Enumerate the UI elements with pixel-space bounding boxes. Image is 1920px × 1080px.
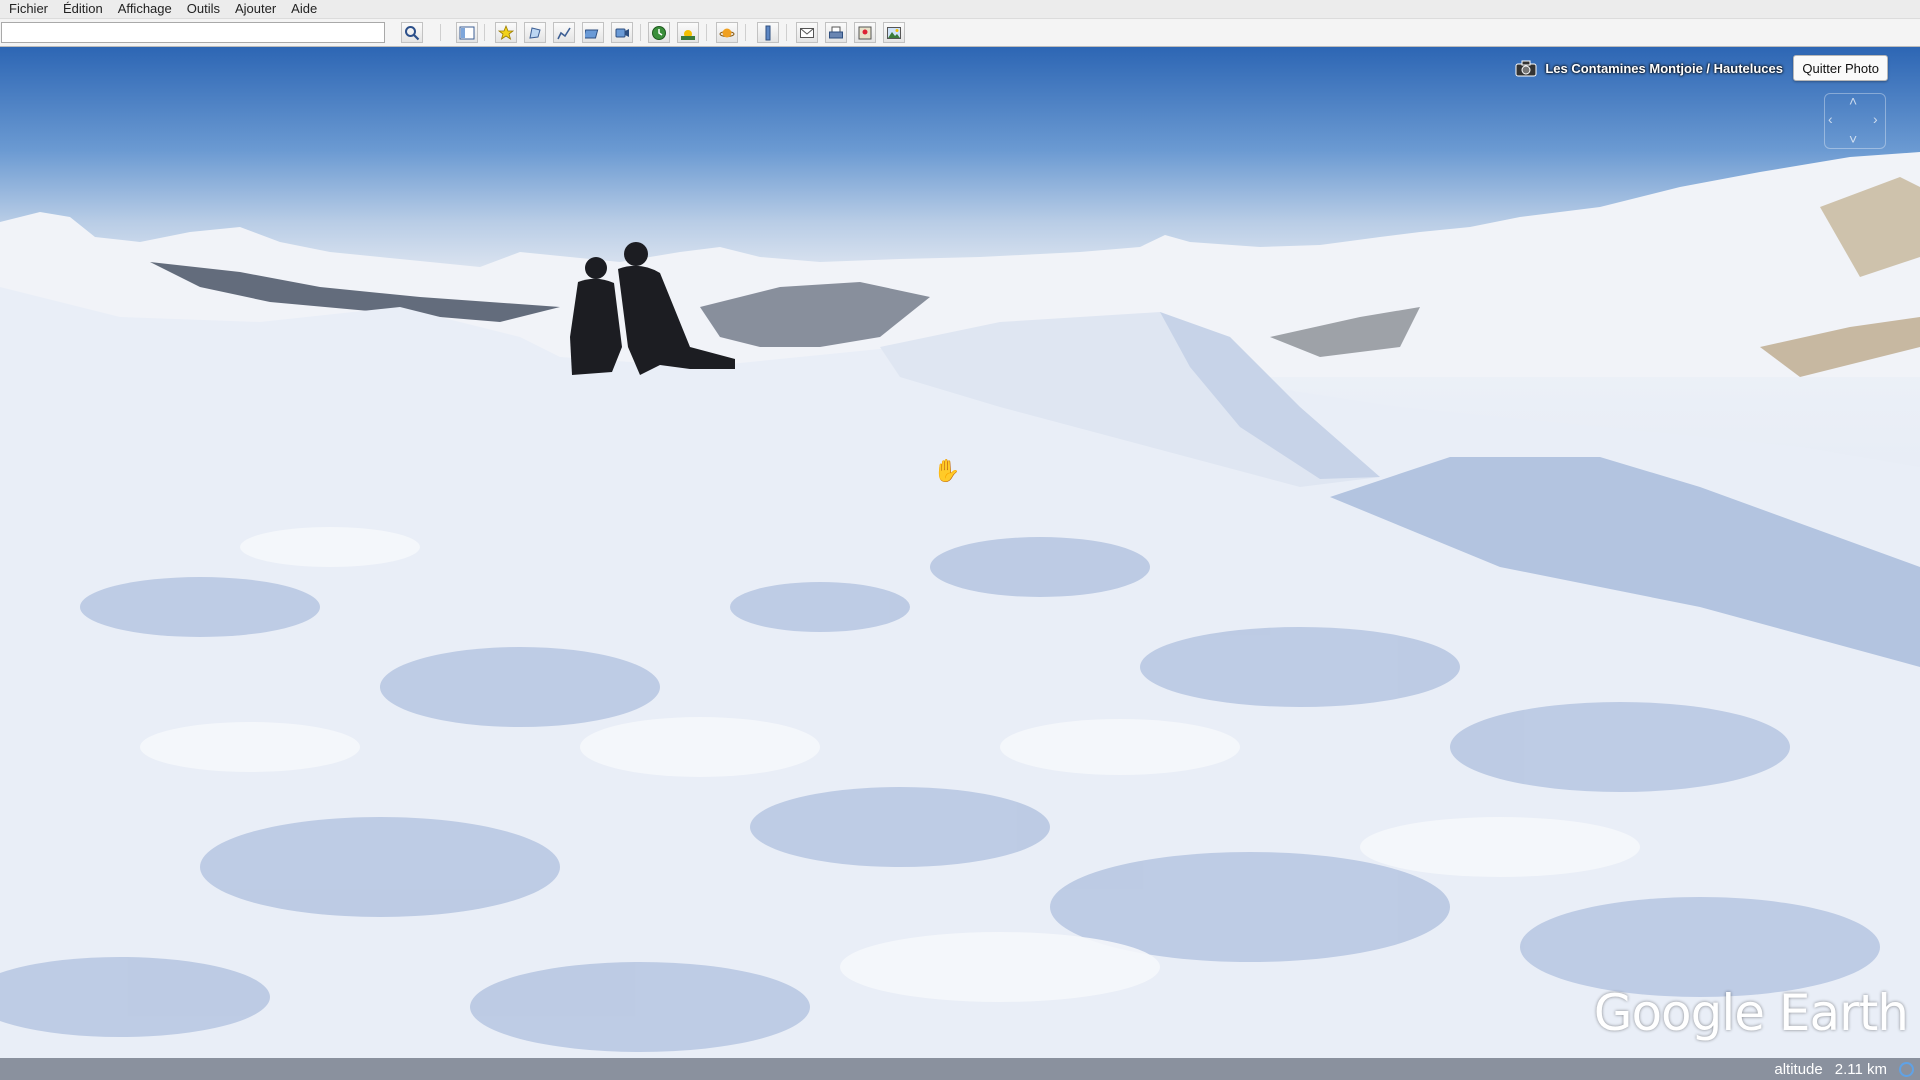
search-icon — [405, 25, 420, 40]
add-placemark-button[interactable] — [495, 22, 517, 43]
print-button[interactable] — [825, 22, 847, 43]
menu-fichier[interactable]: Fichier — [0, 0, 54, 18]
menu-bar: Fichier Édition Affichage Outils Ajouter… — [0, 0, 1920, 19]
sidebar-toggle-button[interactable] — [456, 22, 478, 43]
sunlight-button[interactable] — [677, 22, 699, 43]
hand-cursor-icon: ✋ — [933, 458, 961, 483]
photo-viewport[interactable]: Les Contamines Montjoie / Hauteluces Qui… — [0, 47, 1920, 1080]
toolbar — [0, 19, 1920, 47]
exit-photo-button[interactable]: Quitter Photo — [1793, 55, 1888, 81]
google-earth-logo: Google Earth — [1593, 984, 1909, 1042]
search-input[interactable] — [1, 22, 385, 43]
altitude-value: 2.11 km — [1834, 1060, 1887, 1078]
toolbar-divider — [706, 24, 707, 41]
status-bar: altitude 2.11 km — [0, 1058, 1920, 1080]
search-button[interactable] — [401, 22, 423, 43]
menu-affichage[interactable]: Affichage — [109, 0, 178, 18]
chevron-left-icon[interactable]: ‹ — [1828, 112, 1833, 126]
sunlight-icon — [681, 29, 695, 40]
polygon-icon — [529, 26, 541, 39]
menu-ajouter[interactable]: Ajouter — [226, 0, 282, 18]
placemark-icon — [498, 24, 514, 40]
ruler-button[interactable] — [757, 22, 779, 43]
view-in-maps-icon — [858, 26, 872, 39]
record-tour-icon — [615, 28, 629, 37]
planets-button[interactable] — [716, 22, 738, 43]
historical-imagery-icon — [652, 25, 666, 40]
toolbar-divider — [484, 24, 485, 41]
save-image-icon — [887, 26, 901, 39]
add-path-button[interactable] — [553, 22, 575, 43]
add-image-overlay-button[interactable] — [582, 22, 604, 43]
record-tour-button[interactable] — [611, 22, 633, 43]
camera-icon — [1515, 60, 1537, 77]
chevron-right-icon[interactable]: › — [1873, 112, 1878, 126]
toolbar-divider — [640, 24, 641, 41]
menu-aide[interactable]: Aide — [282, 0, 323, 18]
save-image-button[interactable] — [883, 22, 905, 43]
historical-imagery-button[interactable] — [648, 22, 670, 43]
streaming-indicator-icon — [1899, 1061, 1914, 1077]
chevron-up-icon[interactable]: ˄ — [1849, 94, 1857, 108]
altitude-label: altitude — [1774, 1060, 1823, 1078]
navigation-pad[interactable]: ˄ ˅ ‹ › — [1824, 93, 1886, 149]
email-icon — [800, 27, 814, 38]
photo-title: Les Contamines Montjoie / Hauteluces — [1515, 60, 1783, 77]
image-overlay-icon — [585, 29, 599, 38]
planets-icon — [719, 28, 735, 37]
menu-edition[interactable]: Édition — [54, 0, 109, 18]
chevron-down-icon[interactable]: ˅ — [1849, 132, 1857, 146]
toolbar-divider — [786, 24, 787, 41]
add-polygon-button[interactable] — [524, 22, 546, 43]
email-button[interactable] — [796, 22, 818, 43]
menu-outils[interactable]: Outils — [178, 0, 226, 18]
sidebar-toggle-icon — [459, 26, 475, 39]
toolbar-divider — [440, 24, 441, 41]
path-icon — [557, 27, 571, 39]
view-in-maps-button[interactable] — [854, 22, 876, 43]
ruler-icon — [765, 25, 771, 40]
photo-location: Les Contamines Montjoie / Hauteluces — [1545, 61, 1783, 76]
toolbar-divider — [745, 24, 746, 41]
snow-panorama — [0, 152, 1920, 1080]
print-icon — [829, 26, 843, 38]
